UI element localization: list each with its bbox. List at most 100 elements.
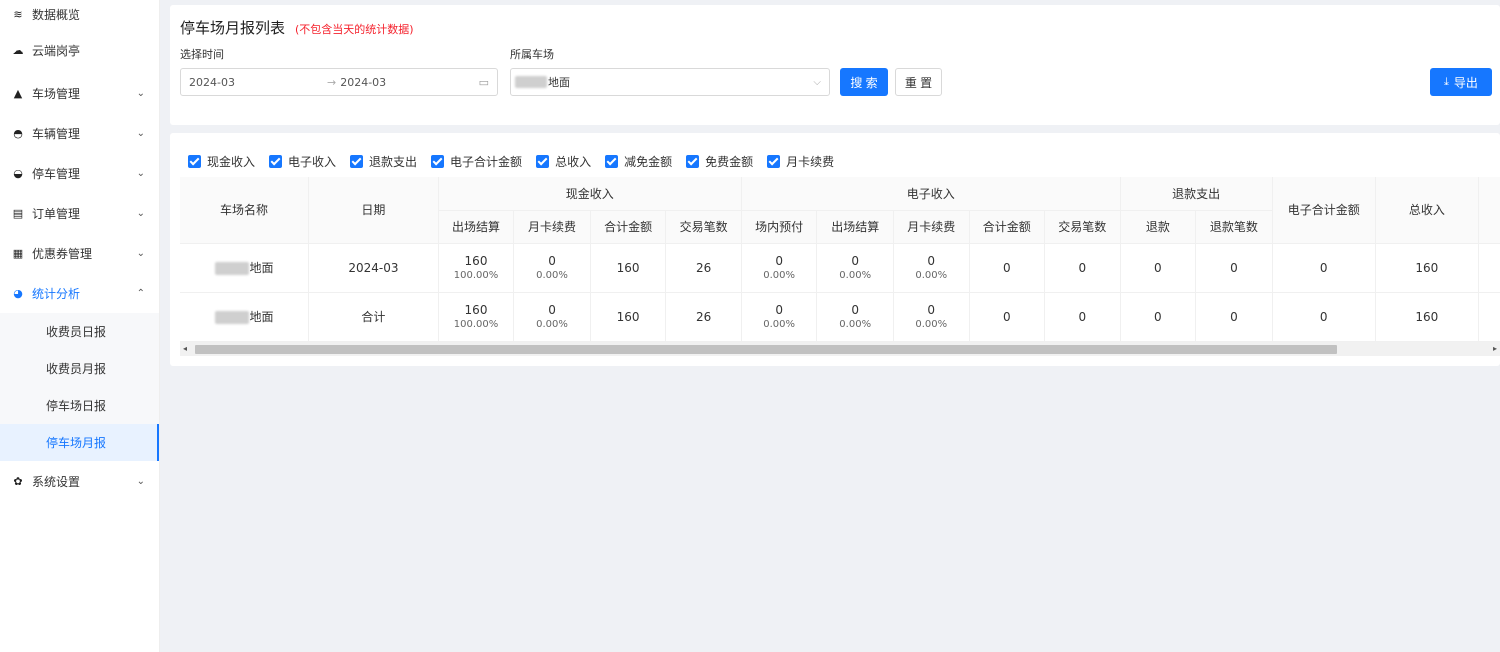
header-electronic-total: 电子合计金额 <box>1272 177 1376 244</box>
value: 0 <box>548 253 556 268</box>
cell-cash-total: 160 <box>590 243 667 293</box>
lot-select[interactable]: 地面 ⌵ <box>510 68 830 96</box>
menu-item-vehicle-management[interactable]: ◓ 车辆管理 ⌄ <box>0 113 159 153</box>
subheader: 出场结算 <box>438 210 515 244</box>
submenu-collector-daily[interactable]: 收费员日报 <box>0 313 159 350</box>
car-park-icon: ◒ <box>13 166 23 180</box>
horizontal-scrollbar[interactable]: ◂ ▸ <box>180 342 1500 356</box>
menu-item-label: 云端岗亭 <box>32 44 81 58</box>
checkbox-checked-icon <box>350 155 364 168</box>
car-icon: ◓ <box>13 126 23 140</box>
menu-item-statistics[interactable]: ◕ 统计分析 ⌃ <box>0 273 159 313</box>
page-note: (不包含当天的统计数据) <box>295 23 414 36</box>
cell-total: 160 <box>1375 292 1479 342</box>
percent: 0.00% <box>536 269 568 281</box>
menu-item-coupon-management[interactable]: ▦ 优惠券管理 ⌄ <box>0 233 159 273</box>
report-table: 车场名称 日期 现金收入 电子收入 退款支出 电子合计金额 总收入 减 出场结算… <box>180 177 1500 342</box>
subheader: 合计金额 <box>969 210 1046 244</box>
percent: 100.00% <box>453 318 499 330</box>
redacted-text <box>214 262 249 275</box>
value: 160 <box>464 302 488 317</box>
cell-e-total: 0 <box>969 292 1046 342</box>
menu-item-order-management[interactable]: ▤ 订单管理 ⌄ <box>0 193 159 233</box>
statistics-submenu: 收费员日报 收费员月报 停车场日报 停车场月报 <box>0 313 159 461</box>
checkbox-checked-icon <box>269 155 283 168</box>
date-start[interactable]: 2024-03 <box>189 76 327 89</box>
subheader: 月卡续费 <box>513 210 591 244</box>
title-row: 停车场月报列表 (不包含当天的统计数据) <box>180 17 414 38</box>
header-total-income: 总收入 <box>1375 177 1479 244</box>
arrow-right-icon: → <box>327 75 337 89</box>
submenu-lot-monthly[interactable]: 停车场月报 <box>0 424 159 461</box>
page-title: 停车场月报列表 <box>180 19 286 37</box>
subheader: 合计金额 <box>590 210 667 244</box>
cell-e-prepay: 0 0.00% <box>741 243 818 293</box>
chevron-down-icon: ⌄ <box>136 127 145 139</box>
subheader: 退款 <box>1120 210 1197 244</box>
menu-item-lot-management[interactable]: ▲ 车场管理 ⌄ <box>0 73 159 113</box>
cell-e-sum: 0 <box>1272 292 1376 342</box>
chevron-up-icon: ⌃ <box>136 287 145 299</box>
toggle-discount[interactable]: 减免金额 <box>605 153 672 170</box>
scroll-left-icon[interactable]: ◂ <box>183 342 187 356</box>
reset-button[interactable]: 重 置 <box>895 68 942 96</box>
cell-e-exit: 0 0.00% <box>816 292 894 342</box>
subheader: 交易笔数 <box>1044 210 1121 244</box>
percent: 0.00% <box>536 318 568 330</box>
cell-cash-total: 160 <box>590 292 667 342</box>
sidebar: ≋ 数据概览 ☁ 云端岗亭 ▲ 车场管理 ⌄ ◓ 车辆管理 ⌄ ◒ 停车管理 ⌄… <box>0 0 160 652</box>
report-table-wrap: 车场名称 日期 现金收入 电子收入 退款支出 电子合计金额 总收入 减 出场结算… <box>180 177 1500 345</box>
menu-item-cloud-booth[interactable]: ☁ 云端岗亭 <box>0 28 159 73</box>
menu-item-label: 优惠券管理 <box>32 246 93 261</box>
toggle-refund[interactable]: 退款支出 <box>350 153 417 170</box>
lot-label: 所属车场 <box>510 48 554 61</box>
cell-e-count: 0 <box>1044 292 1121 342</box>
toggle-label: 免费金额 <box>705 155 754 169</box>
percent: 100.00% <box>453 269 499 281</box>
toggle-monthly-renewal[interactable]: 月卡续费 <box>767 153 834 170</box>
filter-panel: 停车场月报列表 (不包含当天的统计数据) 选择时间 所属车场 2024-03 →… <box>170 5 1500 125</box>
menu-item-parking-management[interactable]: ◒ 停车管理 ⌄ <box>0 153 159 193</box>
search-button[interactable]: 搜 索 <box>840 68 888 96</box>
cell-discount <box>1478 292 1500 342</box>
calendar-icon: ▭ <box>478 75 489 89</box>
toggle-electronic-income[interactable]: 电子收入 <box>269 153 336 170</box>
cell-e-month: 0 0.00% <box>893 243 970 293</box>
header-cash-income: 现金收入 <box>438 177 742 211</box>
submenu-collector-monthly[interactable]: 收费员月报 <box>0 350 159 387</box>
cell-lot-name: 地面 <box>180 292 310 342</box>
subheader: 交易笔数 <box>665 210 742 244</box>
toggle-cash-income[interactable]: 现金收入 <box>188 153 255 170</box>
table-panel: 现金收入 电子收入 退款支出 电子合计金额 总收入 减免金额 免费金额 月卡续费… <box>170 133 1500 366</box>
redacted-text <box>214 311 249 324</box>
parking-icon: ▲ <box>13 86 23 100</box>
subheader: 场内预付 <box>741 210 818 244</box>
toggle-free-amount[interactable]: 免费金额 <box>686 153 753 170</box>
percent: 0.00% <box>915 318 948 330</box>
chevron-down-icon: ⌵ <box>813 76 821 88</box>
checkbox-checked-icon <box>536 155 550 168</box>
date-end[interactable]: 2024-03 <box>340 76 386 89</box>
percent: 0.00% <box>763 318 796 330</box>
toggle-label: 现金收入 <box>207 155 256 169</box>
cell-cash-month: 0 0.00% <box>513 292 591 342</box>
scrollbar-thumb[interactable] <box>195 345 1337 354</box>
date-range-picker[interactable]: 2024-03 → 2024-03 ▭ <box>180 68 498 96</box>
menu-item-overview[interactable]: ≋ 数据概览 <box>0 0 159 28</box>
submenu-lot-daily[interactable]: 停车场日报 <box>0 387 159 424</box>
header-discount-truncated: 减 <box>1478 177 1500 244</box>
cell-refund-count: 0 <box>1195 292 1273 342</box>
toggle-total-income[interactable]: 总收入 <box>536 153 591 170</box>
menu-item-system-settings[interactable]: ✿ 系统设置 ⌄ <box>0 461 159 501</box>
table-row: 地面 合计 160 100.00% 0 0.00% 160 26 0 0.00% 00… <box>180 292 1500 342</box>
menu-item-label: 车场管理 <box>32 86 81 101</box>
export-button[interactable]: ⤓ 导出 <box>1430 68 1492 96</box>
toggle-label: 月卡续费 <box>786 155 835 169</box>
column-toggle-row: 现金收入 电子收入 退款支出 电子合计金额 总收入 减免金额 免费金额 月卡续费 <box>188 153 848 170</box>
cell-date: 合计 <box>308 292 439 342</box>
cell-discount <box>1478 243 1500 293</box>
scroll-right-icon[interactable]: ▸ <box>1493 342 1497 356</box>
value: 160 <box>464 253 488 268</box>
cell-total: 160 <box>1375 243 1479 293</box>
toggle-electronic-total[interactable]: 电子合计金额 <box>431 153 522 170</box>
